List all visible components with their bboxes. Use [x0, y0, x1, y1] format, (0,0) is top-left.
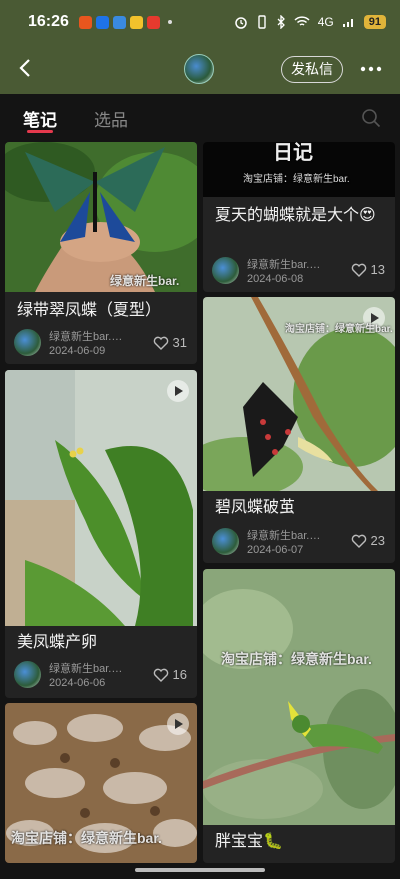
note-watermark: 绿意新生bar. [110, 274, 180, 288]
note-title: 碧凤蝶破茧 [215, 499, 296, 516]
back-icon[interactable] [14, 56, 38, 80]
heart-icon [153, 336, 168, 350]
like-button[interactable]: 23 [351, 533, 385, 548]
video-play-icon [167, 713, 189, 735]
signal-icon [342, 19, 353, 27]
app-icon [112, 15, 126, 29]
heart-icon [351, 263, 366, 277]
bluetooth-icon [277, 15, 285, 29]
note-card[interactable]: 淘宝店铺：绿意新生bar. 碧凤蝶破茧 绿意新生bar.… 2024-06-07… [203, 297, 395, 563]
status-time: 16:26 [28, 13, 69, 30]
weibo-icon [146, 15, 160, 29]
like-count: 13 [370, 262, 385, 277]
tab-products[interactable]: 选品 [94, 106, 128, 131]
taobao-app-icon [78, 15, 92, 29]
vibrate-icon [258, 15, 266, 29]
note-cover-image [203, 569, 395, 825]
wifi-icon [294, 16, 310, 26]
note-title: 绿带翠凤蝶（夏型） [17, 302, 162, 319]
status-bar: 16:26 4G 91 [0, 0, 400, 44]
active-tab-indicator [27, 130, 53, 133]
author-avatar[interactable] [14, 329, 41, 356]
author-name[interactable]: 绿意新生bar.… [49, 328, 122, 344]
alarm-icon [234, 17, 247, 29]
tab-notes[interactable]: 笔记 [23, 106, 57, 131]
author-name[interactable]: 绿意新生bar.… [247, 527, 320, 543]
note-card[interactable]: 淘宝店铺：绿意新生bar. [5, 703, 197, 863]
send-message-button[interactable]: 发私信 [281, 56, 343, 83]
note-date: 2024-06-08 [247, 273, 304, 285]
like-count: 23 [370, 533, 385, 548]
author-name[interactable]: 绿意新生bar.… [247, 256, 320, 272]
note-date: 2024-06-06 [49, 677, 106, 689]
note-watermark: 淘宝店铺：绿意新生bar. [221, 651, 372, 667]
like-button[interactable]: 16 [153, 667, 187, 682]
more-notifications-dot [167, 20, 172, 24]
note-date: 2024-06-07 [247, 544, 304, 556]
battery-level: 91 [363, 15, 386, 29]
note-title: 胖宝宝🐛 [215, 833, 283, 850]
cover-heading: 日记 [273, 142, 313, 164]
author-name[interactable]: 绿意新生bar.… [49, 660, 122, 676]
note-title: 美凤蝶产卵 [17, 634, 98, 651]
note-watermark: 淘宝店铺：绿意新生bar. [243, 174, 350, 185]
notification-icons [78, 15, 172, 29]
heart-icon [351, 534, 366, 548]
note-cover-image [5, 142, 197, 292]
heart-icon [153, 668, 168, 682]
note-card[interactable]: 日记 淘宝店铺：绿意新生bar. 夏天的蝴蝶就是大个😍 绿意新生bar.… 20… [203, 142, 395, 292]
video-play-icon [167, 380, 189, 402]
app-icon [129, 15, 143, 29]
note-title: 夏天的蝴蝶就是大个😍 [215, 207, 376, 224]
author-avatar[interactable] [212, 257, 239, 284]
search-icon[interactable] [361, 108, 381, 128]
like-button[interactable]: 13 [351, 262, 385, 277]
network-type: 4G [317, 15, 334, 29]
note-card[interactable]: 淘宝店铺：绿意新生bar. 胖宝宝🐛 [203, 569, 395, 863]
note-card[interactable]: 美凤蝶产卵 绿意新生bar.… 2024-06-06 16 [5, 370, 197, 698]
home-indicator[interactable] [135, 868, 265, 872]
profile-avatar[interactable] [184, 54, 214, 84]
note-cover-image [5, 370, 197, 626]
like-button[interactable]: 31 [153, 335, 187, 350]
author-avatar[interactable] [14, 661, 41, 688]
note-watermark: 淘宝店铺：绿意新生bar. [285, 324, 393, 335]
note-card[interactable]: 绿意新生bar. 绿带翠凤蝶（夏型） 绿意新生bar.… 2024-06-09 … [5, 142, 197, 364]
app-icon [95, 15, 109, 29]
note-watermark: 淘宝店铺：绿意新生bar. [11, 830, 162, 846]
like-count: 16 [172, 667, 187, 682]
content-tabs: 笔记 选品 [0, 94, 400, 142]
more-options-icon[interactable] [358, 57, 384, 81]
note-date: 2024-06-09 [49, 345, 106, 357]
author-avatar[interactable] [212, 528, 239, 555]
profile-header: 发私信 [0, 44, 400, 94]
like-count: 31 [172, 335, 187, 350]
